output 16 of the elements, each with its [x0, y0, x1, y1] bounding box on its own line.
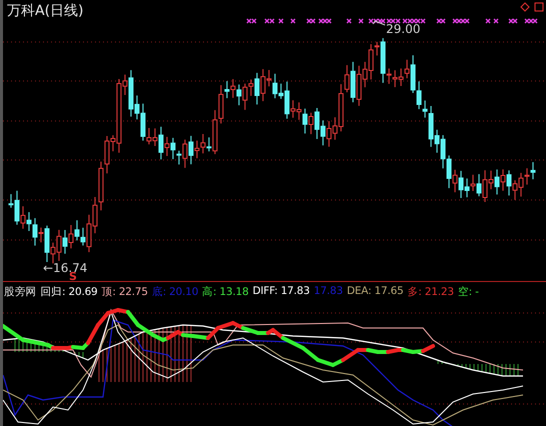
indicator-value: 回归: 20.69 [40, 285, 98, 299]
chart-title: 万科A(日线) [7, 2, 84, 20]
indicator-value: 空: - [458, 285, 479, 299]
leader-line [372, 20, 386, 26]
indicator-value: 底: 20.10 [152, 285, 198, 299]
high-price-label: 29.00 [386, 22, 420, 36]
indicator-value: DIFF: 17.83 [252, 285, 310, 299]
indicator-name: 股旁网 [4, 285, 36, 299]
signal-label: S [69, 270, 77, 281]
indicator-value: 高: 13.18 [202, 285, 249, 299]
square-icon [534, 2, 544, 12]
indicator-value: 顶: 22.75 [102, 285, 148, 299]
indicator-value: 多: 21.23 [407, 285, 454, 299]
indicator-value: DEA: 17.65 [346, 285, 404, 299]
diamond-icon [520, 2, 530, 12]
indicator-value: 17.83 [314, 285, 343, 299]
